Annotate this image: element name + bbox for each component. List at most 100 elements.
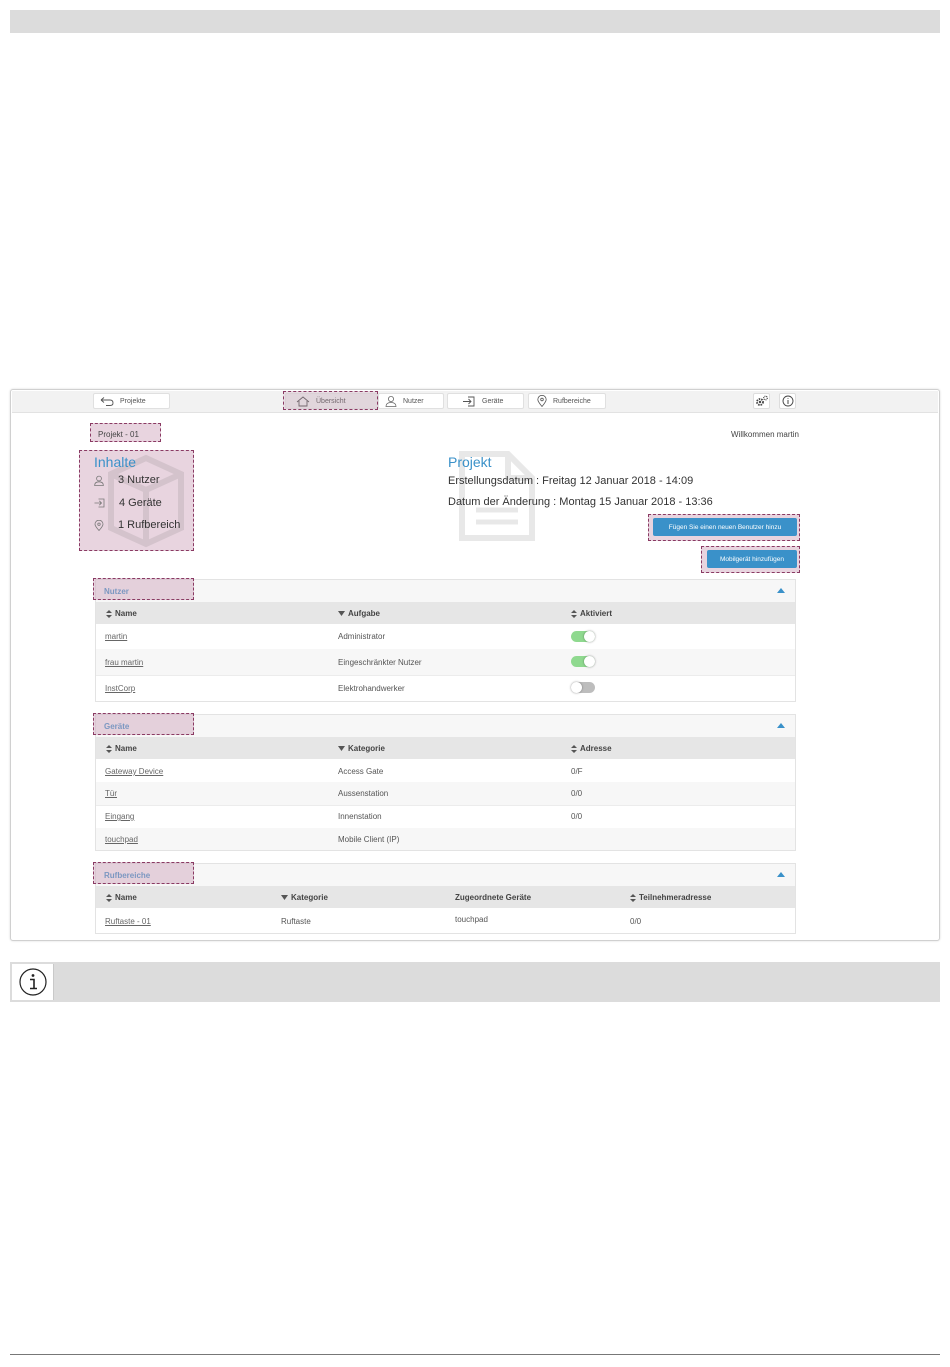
contents-devices: 4 Geräte — [119, 497, 162, 509]
contents-title: Inhalte — [94, 454, 137, 470]
callzone-address: 0/0 — [630, 917, 642, 926]
users-col-active[interactable]: Aktiviert — [571, 609, 612, 618]
info-icon — [18, 968, 47, 996]
callzone-category: Ruftaste — [281, 917, 311, 926]
devices-table-header: Name Kategorie Adresse — [96, 737, 795, 759]
active-toggle[interactable] — [571, 656, 595, 667]
active-toggle[interactable] — [571, 682, 595, 693]
project-modified-date: Datum der Änderung : Montag 15 Januar 20… — [448, 496, 713, 508]
user-name-link[interactable]: martin — [105, 632, 127, 641]
sort-icon — [106, 893, 112, 902]
sort-icon — [106, 609, 112, 618]
devices-col-address[interactable]: Adresse — [571, 744, 612, 753]
nav-projects-button[interactable]: Projekte — [93, 393, 170, 409]
users-col-role[interactable]: Aufgabe — [338, 609, 380, 618]
nav-users-button[interactable]: Nutzer — [378, 393, 444, 409]
collapse-arrow-icon[interactable] — [777, 723, 785, 728]
device-address: 0/F — [571, 767, 583, 776]
app-screenshot: Projekte Übersicht Nutzer Geräte Rufbere… — [10, 389, 940, 941]
info-button[interactable] — [779, 393, 796, 409]
callzones-section-header[interactable]: Rufbereiche — [96, 864, 795, 887]
nav-callzones-label: Rufbereiche — [553, 397, 591, 405]
sort-icon — [630, 893, 636, 902]
user-name-link[interactable]: InstCorp — [105, 684, 135, 693]
info-icon — [782, 395, 793, 407]
add-user-button[interactable]: Fügen Sie einen neuen Benutzer hinzu — [653, 518, 797, 536]
callzones-col-devices[interactable]: Zugeordnete Geräte — [455, 893, 531, 902]
sort-down-icon — [281, 895, 288, 900]
table-row: Eingang Innenstation 0/0 — [96, 805, 795, 829]
device-category: Mobile Client (IP) — [338, 835, 400, 844]
table-row: frau martin Eingeschränkter Nutzer — [96, 649, 795, 676]
info-notice-icon-box — [12, 964, 54, 1000]
collapse-arrow-icon[interactable] — [777, 872, 785, 877]
settings-button[interactable] — [753, 393, 770, 409]
nav-devices-button[interactable]: Geräte — [447, 393, 524, 409]
callzones-col-address[interactable]: Teilnehmeradresse — [630, 893, 711, 902]
sort-icon — [571, 744, 577, 753]
contents-users-row: 3 Nutzer — [94, 474, 160, 486]
device-name-link[interactable]: touchpad — [105, 835, 138, 844]
sort-down-icon — [338, 611, 345, 616]
callzone-devices: touchpad — [455, 915, 488, 924]
project-title: Projekt — [448, 454, 492, 470]
add-mobile-button[interactable]: Mobilgerät hinzufügen — [707, 550, 797, 568]
active-toggle[interactable] — [571, 631, 595, 642]
device-category: Access Gate — [338, 767, 384, 776]
project-created-date: Erstellungsdatum : Freitag 12 Januar 201… — [448, 475, 694, 487]
devices-title-highlight — [93, 713, 194, 735]
nav-projects-label: Projekte — [120, 397, 146, 405]
users-section: Nutzer Name Aufgabe Aktiviert martin Adm… — [95, 579, 796, 702]
nav-bar: Projekte Übersicht Nutzer Geräte Rufbere… — [12, 391, 938, 413]
device-enter-icon — [94, 498, 105, 508]
device-category: Aussenstation — [338, 789, 389, 798]
project-name: Projekt - 01 — [98, 430, 139, 439]
callzone-name-link[interactable]: Ruftaste - 01 — [105, 917, 151, 926]
table-row: InstCorp Elektrohandwerker — [96, 675, 795, 701]
users-title-highlight — [93, 578, 194, 600]
info-notice-bar — [10, 962, 940, 1002]
back-arrow-icon — [100, 396, 114, 406]
contents-callzones-row: 1 Rufbereich — [94, 519, 180, 531]
users-section-header[interactable]: Nutzer — [96, 580, 795, 603]
device-category: Innenstation — [338, 812, 382, 821]
table-row: Gateway Device Access Gate 0/F — [96, 759, 795, 783]
user-name-link[interactable]: frau martin — [105, 658, 143, 667]
callzones-table-header: Name Kategorie Zugeordnete Geräte Teilne… — [96, 886, 795, 908]
callzones-section: Rufbereiche Name Kategorie Zugeordnete G… — [95, 863, 796, 934]
devices-section-header[interactable]: Geräte — [96, 715, 795, 738]
contents-devices-row: 4 Geräte — [94, 497, 162, 509]
top-gray-bar — [10, 10, 940, 33]
overview-highlight — [283, 391, 378, 410]
sort-down-icon — [338, 746, 345, 751]
callzones-col-name[interactable]: Name — [106, 893, 137, 902]
device-name-link[interactable]: Gateway Device — [105, 767, 163, 776]
table-row: touchpad Mobile Client (IP) — [96, 828, 795, 850]
location-pin-icon — [537, 395, 547, 407]
contents-callzones: 1 Rufbereich — [118, 519, 181, 531]
footer-rule — [10, 1354, 940, 1355]
table-row: Tür Aussenstation 0/0 — [96, 782, 795, 806]
nav-callzones-button[interactable]: Rufbereiche — [528, 393, 606, 409]
callzones-title-highlight — [93, 862, 194, 884]
user-icon — [94, 475, 104, 486]
gears-icon — [755, 395, 768, 406]
callzones-col-category[interactable]: Kategorie — [281, 893, 328, 902]
users-col-name[interactable]: Name — [106, 609, 137, 618]
table-row: Ruftaste - 01 Ruftaste touchpad 0/0 — [96, 908, 795, 933]
users-table-header: Name Aufgabe Aktiviert — [96, 602, 795, 624]
devices-col-category[interactable]: Kategorie — [338, 744, 385, 753]
collapse-arrow-icon[interactable] — [777, 588, 785, 593]
nav-devices-label: Geräte — [482, 397, 504, 405]
welcome-text: Willkommen martin — [730, 430, 799, 439]
user-role: Elektrohandwerker — [338, 684, 405, 693]
device-address: 0/0 — [571, 812, 583, 821]
device-name-link[interactable]: Eingang — [105, 812, 134, 821]
devices-col-name[interactable]: Name — [106, 744, 137, 753]
user-icon — [385, 396, 397, 407]
nav-users-label: Nutzer — [403, 397, 424, 405]
contents-users: 3 Nutzer — [118, 474, 160, 486]
sort-icon — [106, 744, 112, 753]
devices-section: Geräte Name Kategorie Adresse Gateway De… — [95, 714, 796, 851]
device-name-link[interactable]: Tür — [105, 789, 117, 798]
